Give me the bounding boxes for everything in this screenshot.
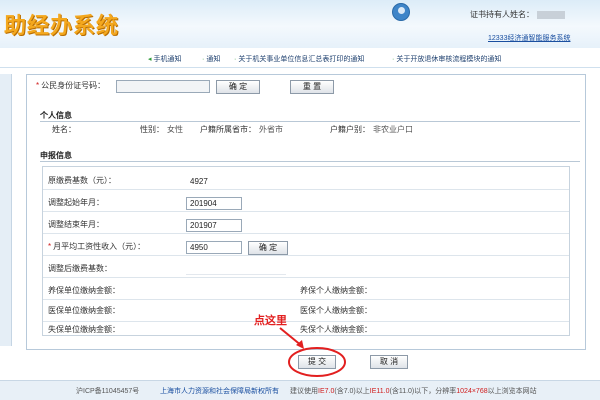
adjusted-base-value <box>186 263 286 275</box>
hukou-type-field: 户籍户别： 非农业户口 <box>330 125 413 134</box>
footer-browser-note: 建议使用IE7.0(含7.0)以上IE11.0(含11.0)以下，分辨率1024… <box>290 388 537 395</box>
income-confirm-button[interactable]: 确 定 <box>248 241 288 255</box>
left-collapse-strip[interactable] <box>0 74 12 346</box>
divider <box>40 161 580 162</box>
declaration-title: 申报信息 <box>40 151 72 160</box>
holder-label: 证书持有人姓名： <box>470 10 534 19</box>
notice-bar: ◂ 手机通知 · 通知 · 关于机关事业单位信息汇总表打印的通知 · 关于开放退休审核流… <box>0 50 600 68</box>
unemployment-personal-label: 失保个人缴纳金额： <box>300 325 372 334</box>
adjust-end-label: 调整结束年月： <box>48 220 104 229</box>
notice-item-mobile[interactable]: ◂ 手机通知 <box>148 54 182 64</box>
adjust-start-label: 调整起始年月： <box>48 198 104 207</box>
pension-personal-label: 养保个人缴纳金额： <box>300 286 372 295</box>
notice-item-notice[interactable]: · 通知 <box>202 54 220 64</box>
unemployment-unit-label: 失保单位缴纳金额： <box>48 325 120 334</box>
pension-unit-label: 养保单位缴纳金额： <box>48 286 120 295</box>
notice-item-retirement-review[interactable]: · 关于开放退休审核流程模块的通知 <box>392 54 501 64</box>
cancel-button[interactable]: 取 消 <box>370 355 408 369</box>
orig-base-value: 4927 <box>190 177 208 186</box>
adjusted-base-label: 调整后缴费基数： <box>48 264 112 273</box>
user-avatar-icon <box>392 3 410 21</box>
divider <box>40 121 580 122</box>
notice-item-summary-print[interactable]: · 关于机关事业单位信息汇总表打印的通知 <box>234 54 364 64</box>
footer-icp: 沪ICP备11045457号 <box>76 388 140 395</box>
system-title: 助经办系统 <box>4 13 120 38</box>
personal-info-title: 个人信息 <box>40 111 72 120</box>
notice-bullet-icon: · <box>234 56 237 63</box>
certificate-holder: 证书持有人姓名： <box>470 9 565 20</box>
medical-personal-label: 医保个人缴纳金额： <box>300 306 372 315</box>
submit-button[interactable]: 提 交 <box>298 355 336 369</box>
medical-unit-label: 医保单位缴纳金额： <box>48 306 120 315</box>
gender-field: 性别： 女性 <box>140 125 183 134</box>
adjust-end-input[interactable]: 201907 <box>186 219 242 232</box>
id-reset-button[interactable]: 重 置 <box>290 80 334 94</box>
orig-base-label: 原缴费基数（元）： <box>48 176 116 185</box>
header-bar: 助经办系统 证书持有人姓名： 12333经济通智能服务系统 <box>0 0 600 48</box>
id-number-input[interactable] <box>116 80 210 93</box>
notice-bullet-icon: · <box>202 56 205 63</box>
adjust-start-input[interactable]: 201904 <box>186 197 242 210</box>
click-here-callout: 点这里 <box>254 315 287 327</box>
holder-name-redacted <box>537 10 565 19</box>
hukou-city-field: 户籍所属省市： 外省市 <box>200 125 283 134</box>
footer: 沪ICP备11045457号 上海市人力资源和社会保障局新权所有 建议使用IE7… <box>0 380 600 400</box>
id-confirm-button[interactable]: 确 定 <box>216 80 260 94</box>
service-system-link[interactable]: 12333经济通智能服务系统 <box>488 33 570 43</box>
notice-bullet-icon: ◂ <box>148 56 152 63</box>
monthly-income-label: * 月平均工资性收入（元）： <box>48 242 146 251</box>
monthly-income-input[interactable]: 4950 <box>186 241 242 254</box>
name-field: 姓名： <box>52 125 76 134</box>
notice-bullet-icon: · <box>392 56 395 63</box>
id-number-label: * 公民身份证号码： <box>36 81 106 90</box>
footer-owner: 上海市人力资源和社会保障局新权所有 <box>160 388 279 395</box>
